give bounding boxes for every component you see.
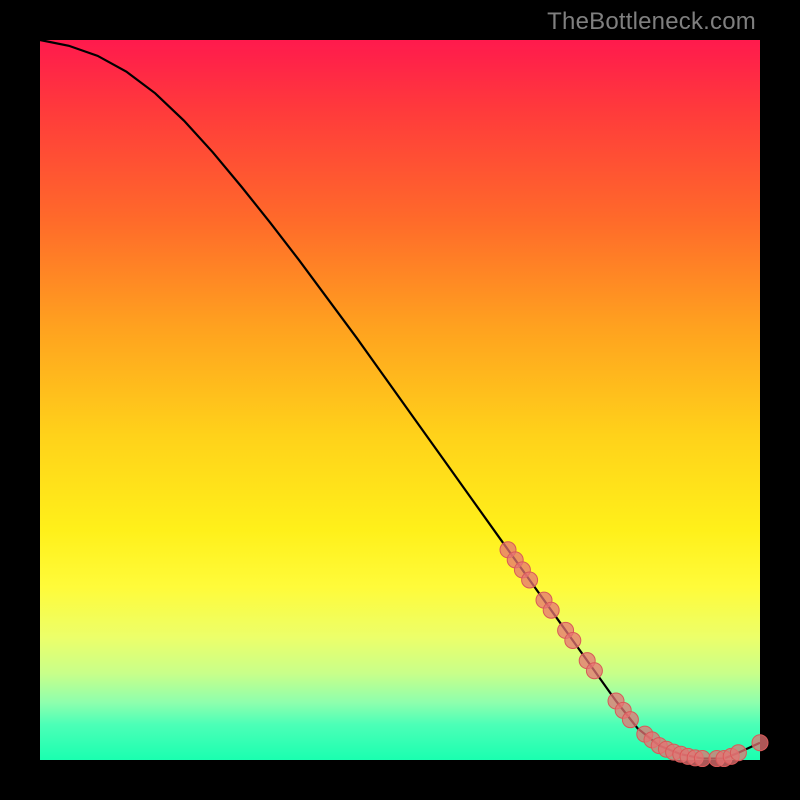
chart-frame: TheBottleneck.com — [0, 0, 800, 800]
curve-line — [40, 40, 760, 759]
curve-markers — [500, 542, 768, 767]
curve-marker — [752, 735, 768, 751]
bottleneck-curve — [40, 40, 760, 760]
attribution-text: TheBottleneck.com — [547, 8, 756, 36]
curve-marker — [730, 745, 746, 761]
curve-marker — [694, 751, 710, 767]
plot-area — [40, 40, 760, 760]
curve-marker — [565, 632, 581, 648]
curve-marker — [522, 572, 538, 588]
curve-marker — [543, 602, 559, 618]
curve-marker — [586, 663, 602, 679]
curve-marker — [622, 712, 638, 728]
